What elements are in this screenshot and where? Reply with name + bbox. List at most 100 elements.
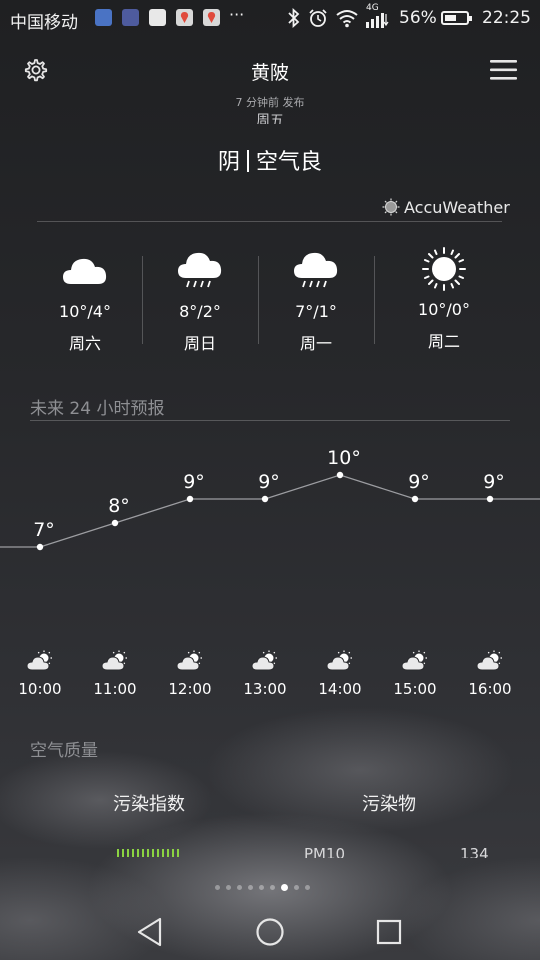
published-time: 7 分钟前 发布 (235, 96, 305, 109)
cloudy-icon (27, 250, 143, 294)
city-name[interactable]: 黄陂 (0, 58, 540, 85)
hourly-forecast-item[interactable]: 10:00 (10, 650, 70, 698)
header-divider (37, 221, 502, 222)
temperature-point (111, 519, 119, 527)
temperature-point (336, 471, 344, 479)
hourly-divider (30, 420, 510, 421)
page-dot[interactable] (294, 885, 299, 890)
bluetooth-icon (287, 7, 301, 33)
hourly-forecast-item[interactable]: 14:00 (310, 650, 370, 698)
forecast-day[interactable]: 8°/2° 周日 (142, 250, 258, 354)
hourly-forecast-item[interactable]: 13:00 (235, 650, 295, 698)
home-icon[interactable] (255, 917, 285, 951)
air-quality-section-title: 空气质量 (30, 741, 98, 761)
forecast-day[interactable]: 10°/0° 周二 (386, 247, 502, 352)
condition-text: 阴 (217, 150, 240, 175)
alarm-icon (308, 8, 328, 33)
hour-time: 16:00 (468, 680, 512, 698)
hour-time: 10:00 (18, 680, 62, 698)
condition-separator (247, 150, 249, 172)
temperature-label: 7° (33, 519, 55, 541)
rain-icon (142, 250, 258, 294)
partly-cloudy-icon (160, 650, 220, 676)
recents-icon[interactable] (376, 919, 402, 949)
more-notifications-indicator: ··· (229, 5, 245, 24)
temperature-label: 9° (183, 471, 205, 493)
current-condition: 阴空气良 (0, 144, 540, 176)
hour-time: 14:00 (318, 680, 362, 698)
rain-icon (258, 250, 374, 294)
page-dot[interactable] (215, 885, 220, 890)
day-temps: 10°/0° (418, 300, 470, 319)
pollutant-header: 污染物 (362, 794, 416, 815)
map-pin-notification-icon (203, 9, 220, 26)
pollution-index-gauge (117, 849, 181, 857)
pollutant-name: PM10 (304, 845, 346, 858)
hour-time: 12:00 (168, 680, 212, 698)
page-dot[interactable] (305, 885, 310, 890)
navigation-bar (0, 900, 540, 960)
forecast-day[interactable]: 7°/1° 周一 (258, 250, 374, 354)
page-dot[interactable] (248, 885, 253, 890)
provider-attribution[interactable]: AccuWeather (382, 198, 510, 220)
temperature-point (486, 495, 494, 503)
battery-percent: 56% (399, 8, 437, 28)
air-quality-row: PM10 134 (0, 843, 540, 858)
temperature-point (261, 495, 269, 503)
provider-name: AccuWeather (404, 198, 510, 217)
back-icon[interactable] (135, 916, 165, 952)
day-name: 周日 (183, 334, 216, 353)
temperature-label: 9° (258, 471, 280, 493)
status-bar: 中国移动 ··· 4G 56% 22:25 (0, 0, 540, 36)
battery-level-fill (445, 15, 456, 21)
temperature-point (411, 495, 419, 503)
current-weekday: 周五 (256, 113, 284, 124)
day-temps: 7°/1° (295, 302, 337, 321)
page-indicator[interactable] (212, 875, 313, 894)
page-dot[interactable] (226, 885, 231, 890)
battery-icon (441, 11, 472, 25)
temperature-point (186, 495, 194, 503)
weather-screen: 中国移动 ··· 4G 56% 22:25 黄陂 7 分钟前 发布 周五 阴 空… (0, 0, 540, 960)
page-dot[interactable] (237, 885, 242, 890)
temperature-label: 9° (483, 471, 505, 493)
day-temps: 10°/4° (59, 302, 111, 321)
day-name: 周二 (427, 332, 460, 351)
hourly-section-title: 未来 24 小时预报 (30, 399, 165, 419)
clock: 22:25 (482, 8, 531, 28)
hour-time: 15:00 (393, 680, 437, 698)
day-name: 周六 (68, 334, 101, 353)
hour-time: 11:00 (93, 680, 137, 698)
page-dot[interactable] (281, 884, 288, 891)
partly-cloudy-icon (460, 650, 520, 676)
page-dot[interactable] (270, 885, 275, 890)
forecast-day[interactable]: 10°/4° 周六 (27, 250, 143, 354)
day-temps: 8°/2° (179, 302, 221, 321)
partly-cloudy-icon (310, 650, 370, 676)
hourly-forecast-item[interactable]: 15:00 (385, 650, 445, 698)
wifi-icon (335, 8, 359, 33)
partly-cloudy-icon (385, 650, 445, 676)
page-dot[interactable] (259, 885, 264, 890)
map-pin-notification-icon (176, 9, 193, 26)
signal-icon (366, 12, 390, 33)
day-name: 周一 (299, 334, 332, 353)
temperature-label: 9° (408, 471, 430, 493)
temperature-label: 10° (327, 447, 361, 469)
temperature-label: 8° (108, 495, 130, 517)
temperature-point (36, 543, 44, 551)
hour-time: 13:00 (243, 680, 287, 698)
partly-cloudy-icon (235, 650, 295, 676)
accuweather-sun-icon (382, 198, 400, 220)
hourly-forecast-item[interactable]: 12:00 (160, 650, 220, 698)
sunny-icon (386, 247, 502, 296)
hourly-forecast-item[interactable]: 16:00 (460, 650, 520, 698)
partly-cloudy-icon (85, 650, 145, 676)
hourly-forecast-item[interactable]: 11:00 (85, 650, 145, 698)
air-quality-text: 空气良 (256, 150, 323, 175)
app-notification-icon (95, 9, 112, 26)
pollutant-value: 134 (460, 845, 489, 858)
app-notification-icon (122, 9, 139, 26)
pollution-index-header: 污染指数 (113, 794, 185, 815)
partly-cloudy-icon (10, 650, 70, 676)
